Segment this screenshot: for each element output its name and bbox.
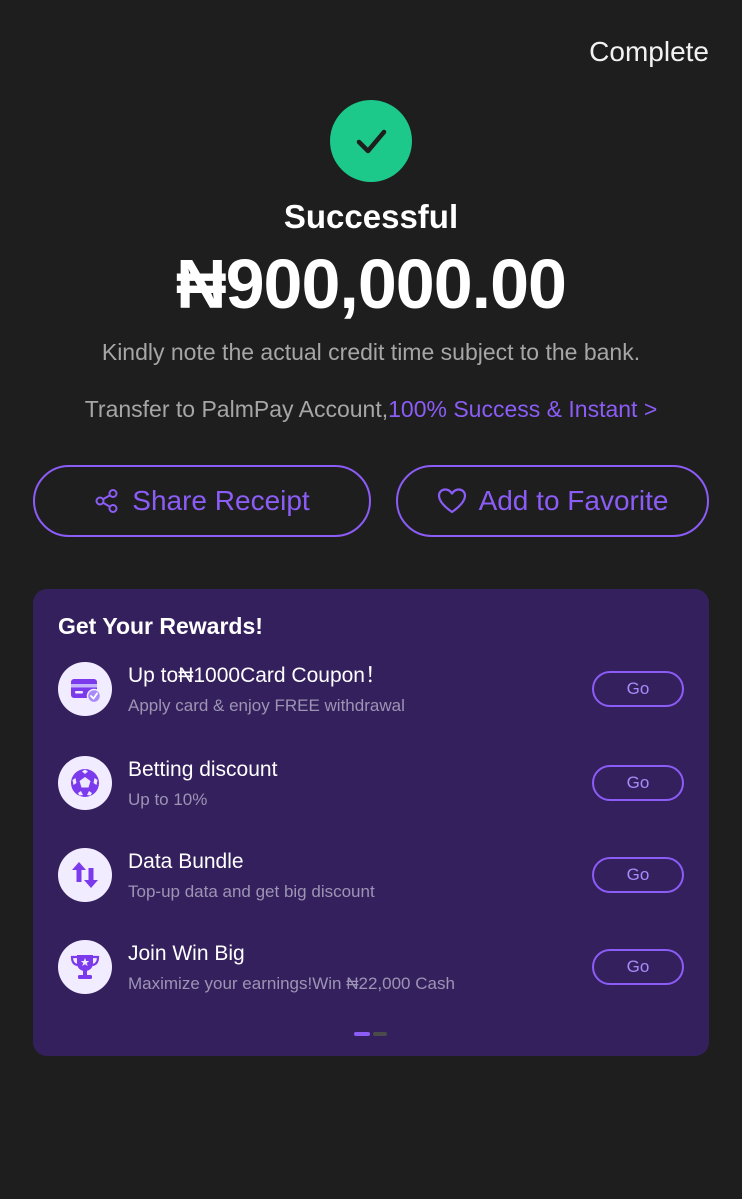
rewards-title: Get Your Rewards! <box>58 613 263 639</box>
go-button-data-bundle[interactable]: Go <box>592 857 684 893</box>
share-icon <box>94 488 120 514</box>
transfer-amount: ₦900,000.00 <box>176 245 567 323</box>
reward-item-win-big: Join Win Big Maximize your earnings!Win … <box>58 940 684 1000</box>
reward-item-betting: Betting discount Up to 10% Go <box>58 756 684 816</box>
pager-dot-inactive <box>373 1032 387 1036</box>
reward-description: Top-up data and get big discount <box>128 882 375 901</box>
pager-dot-active <box>354 1032 370 1036</box>
success-check-icon <box>330 100 412 182</box>
reward-description: Maximize your earnings!Win ₦22,000 Cash <box>128 974 455 993</box>
go-button-betting[interactable]: Go <box>592 765 684 801</box>
reward-item-card-coupon: Up to₦1000Card Coupon！ Apply card & enjo… <box>58 662 684 722</box>
add-to-favorite-button[interactable]: Add to Favorite <box>396 465 709 537</box>
card-coupon-icon <box>58 662 112 716</box>
credit-time-note: Kindly note the actual credit time subje… <box>101 339 641 365</box>
carousel-pager <box>354 1032 387 1036</box>
reward-title: Up to₦1000Card Coupon！ <box>128 664 386 687</box>
transfer-promo-link[interactable]: 100% Success & Instant > <box>388 396 657 422</box>
reward-item-data-bundle: Data Bundle Top-up data and get big disc… <box>58 848 684 908</box>
data-arrows-icon <box>58 848 112 902</box>
share-receipt-button[interactable]: Share Receipt <box>33 465 371 537</box>
reward-description: Up to 10% <box>128 790 208 809</box>
reward-title: Join Win Big <box>128 942 245 965</box>
complete-button[interactable]: Complete <box>589 33 709 71</box>
share-receipt-label: Share Receipt <box>132 485 310 516</box>
go-button-card-coupon[interactable]: Go <box>592 671 684 707</box>
reward-description: Apply card & enjoy FREE withdrawal <box>128 696 405 715</box>
heart-icon <box>437 487 467 515</box>
transfer-promo-text: Transfer to PalmPay Account, <box>84 396 389 422</box>
reward-title: Data Bundle <box>128 850 244 873</box>
go-button-win-big[interactable]: Go <box>592 949 684 985</box>
reward-title: Betting discount <box>128 758 278 781</box>
trophy-icon <box>58 940 112 994</box>
status-title: Successful <box>283 198 459 235</box>
transfer-promo-line: Transfer to PalmPay Account,100% Success… <box>0 393 742 425</box>
rewards-card: Get Your Rewards! Up to₦1000Card Coupon！… <box>33 589 709 1056</box>
add-to-favorite-label: Add to Favorite <box>478 485 669 516</box>
soccer-ball-icon <box>58 756 112 810</box>
